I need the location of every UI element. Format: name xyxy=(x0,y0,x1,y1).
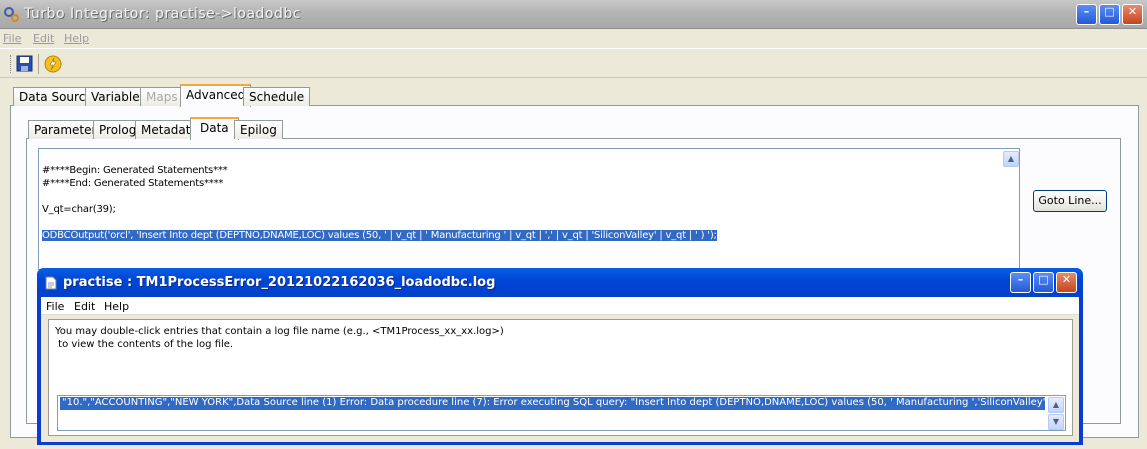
code-line: #****Begin: Generated Statements*** xyxy=(42,165,228,176)
dialog-title: practise : TM1ProcessError_2012102216203… xyxy=(63,275,496,290)
toolbar-separator xyxy=(38,54,39,74)
window-title: Turbo Integrator: practise->loadodbc xyxy=(24,6,301,22)
maximize-icon: □ xyxy=(1038,273,1049,286)
info-text: You may double-click entries that contai… xyxy=(55,326,504,337)
document-icon xyxy=(45,276,57,290)
maximize-button[interactable]: □ xyxy=(1099,4,1120,25)
editor-scroll-up-button[interactable]: ▲ xyxy=(1003,151,1019,167)
save-icon[interactable] xyxy=(16,55,33,72)
log-entry-selected[interactable]: "10.","ACCOUNTING","NEW YORK",Data Sourc… xyxy=(60,397,1045,410)
log-entries-list[interactable]: "10.","ACCOUNTING","NEW YORK",Data Sourc… xyxy=(57,395,1066,431)
minimize-icon: – xyxy=(1017,273,1024,286)
dialog-minimize-button[interactable]: – xyxy=(1010,272,1031,293)
minimize-button[interactable]: – xyxy=(1076,4,1097,25)
menu-help[interactable]: Help xyxy=(64,32,89,45)
dialog-body: File Edit Help You may double-click entr… xyxy=(41,297,1079,442)
code-line: V_qt=char(39); xyxy=(42,204,116,215)
dialog-menu-help[interactable]: Help xyxy=(104,300,129,313)
lightning-icon[interactable] xyxy=(44,55,62,73)
close-button[interactable]: ✕ xyxy=(1122,4,1143,25)
close-icon: ✕ xyxy=(1061,273,1072,286)
code-line-selected: ODBCOutput('orcl', 'Insert Into dept (DE… xyxy=(42,230,717,241)
log-scroll-down-button[interactable]: ▼ xyxy=(1048,414,1064,430)
dialog-close-button[interactable]: ✕ xyxy=(1056,272,1077,293)
info-text: to view the contents of the log file. xyxy=(55,339,234,350)
maximize-icon: □ xyxy=(1104,5,1115,18)
log-scroll-up-button[interactable]: ▲ xyxy=(1048,397,1064,413)
menu-file[interactable]: File xyxy=(3,32,21,45)
log-dialog: practise : TM1ProcessError_2012102216203… xyxy=(37,268,1083,445)
dialog-maximize-button[interactable]: □ xyxy=(1033,272,1054,293)
subtab-data[interactable]: Data xyxy=(190,117,239,140)
dialog-menu-file[interactable]: File xyxy=(46,300,64,313)
tab-maps[interactable]: Maps xyxy=(140,87,184,106)
goto-line-button[interactable]: Goto Line... xyxy=(1033,190,1107,212)
subtab-epilog[interactable]: Epilog xyxy=(234,120,283,139)
menu-edit[interactable]: Edit xyxy=(33,32,54,45)
dialog-title-bar[interactable]: practise : TM1ProcessError_2012102216203… xyxy=(37,268,1083,297)
toolbar-grip[interactable] xyxy=(10,55,12,73)
code-line: #****End: Generated Statements**** xyxy=(42,178,224,189)
main-title-bar[interactable]: Turbo Integrator: practise->loadodbc – □… xyxy=(0,0,1147,29)
close-icon: ✕ xyxy=(1127,5,1138,18)
tab-schedule[interactable]: Schedule xyxy=(243,87,311,106)
minimize-icon: – xyxy=(1083,5,1090,18)
code-editor[interactable]: #****Begin: Generated Statements*** #***… xyxy=(38,148,1020,270)
tab-advanced[interactable]: Advanced xyxy=(180,84,252,107)
menu-bar: File Edit Help xyxy=(0,30,1147,48)
dialog-menu-bar: File Edit Help xyxy=(41,297,1079,315)
dialog-menu-edit[interactable]: Edit xyxy=(74,300,95,313)
app-gear-icon xyxy=(4,7,19,22)
log-panel: You may double-click entries that contai… xyxy=(48,319,1073,436)
toolbar xyxy=(0,48,1147,78)
